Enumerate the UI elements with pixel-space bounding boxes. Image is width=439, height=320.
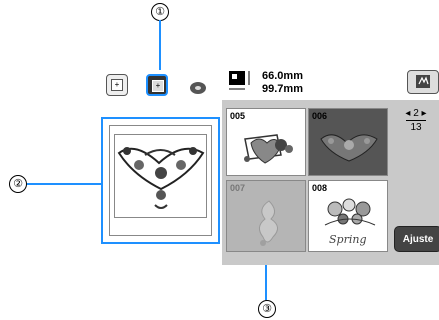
embroidery-edit-icon xyxy=(416,75,430,88)
pattern-tile-005[interactable]: 005 xyxy=(226,108,306,176)
adjust-button[interactable]: Ajuste xyxy=(394,226,439,252)
page-next-arrow-icon[interactable]: ▸ xyxy=(419,108,427,119)
pattern-preview-area xyxy=(101,117,220,244)
callout-2-leader xyxy=(27,183,101,185)
pattern-008-caption: Spring xyxy=(329,233,367,246)
embroidery-width: 99.7mm xyxy=(262,83,303,95)
preview-pattern-ornament-icon xyxy=(117,147,205,209)
pattern-number: 006 xyxy=(312,111,328,121)
page-indicator[interactable]: ◂ 2 ▸ 13 xyxy=(396,108,436,136)
embroidery-height: 66.0mm xyxy=(262,70,303,82)
frame-size-small-button[interactable]: + xyxy=(106,74,128,96)
pattern-tile-007[interactable]: 007 xyxy=(226,180,306,252)
pattern-number: 007 xyxy=(230,183,246,193)
preview-field xyxy=(114,134,207,218)
pattern-007-floral-icon xyxy=(259,200,278,246)
page-divider xyxy=(406,120,426,121)
callout-1: ① xyxy=(151,3,169,21)
frame-small-icon: + xyxy=(111,79,123,91)
callout-3: ③ xyxy=(258,300,276,318)
pattern-008-flowers-icon xyxy=(324,198,376,226)
pattern-tile-008[interactable]: 008 Spring xyxy=(308,180,388,252)
pattern-006-ornament-icon xyxy=(320,134,378,162)
frame-large-icon: + xyxy=(152,80,164,92)
page-current-row: ◂ 2 ▸ xyxy=(396,108,436,119)
pattern-tile-006[interactable]: 006 xyxy=(308,108,388,176)
embroidery-size-icon xyxy=(229,71,250,90)
embroidery-frame xyxy=(109,125,212,236)
frame-size-large-button[interactable]: + xyxy=(146,74,168,96)
page-total: 13 xyxy=(410,122,422,133)
callout-1-leader xyxy=(159,20,161,70)
thread-spool-icon xyxy=(190,82,206,94)
pattern-number: 005 xyxy=(230,111,246,121)
embroidery-edit-button[interactable] xyxy=(407,70,439,94)
callout-2: ② xyxy=(9,175,27,193)
pattern-005-heart-icon xyxy=(244,134,293,164)
pattern-number: 008 xyxy=(312,183,328,193)
